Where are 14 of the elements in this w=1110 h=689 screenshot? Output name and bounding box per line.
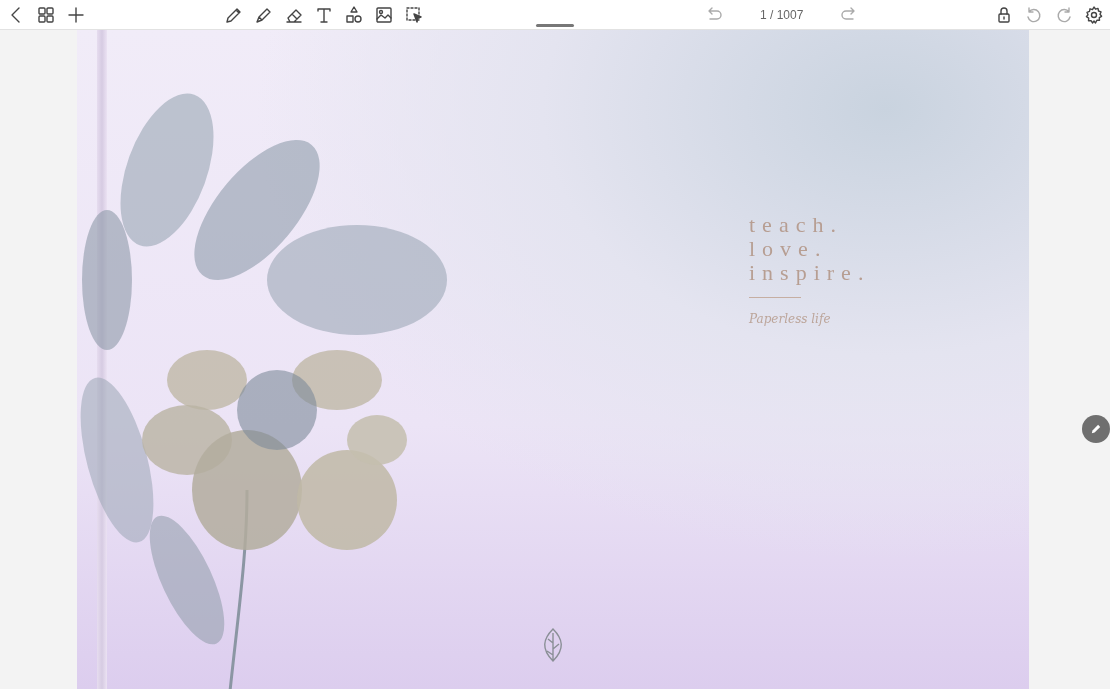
lasso-select-icon[interactable] — [404, 4, 424, 25]
add-icon[interactable] — [66, 4, 86, 25]
cover-motto-line: teach. — [749, 213, 843, 237]
shapes-icon[interactable] — [344, 4, 364, 25]
cover-motto-line: love. — [749, 237, 828, 261]
grid-icon[interactable] — [36, 4, 56, 25]
pen-icon — [1089, 422, 1103, 436]
cover-signature: Paperless life — [749, 312, 831, 326]
pen-button[interactable] — [1082, 415, 1110, 443]
cover-motto-line: inspire. — [749, 261, 871, 285]
page-indicator: 1 / 1007 — [760, 7, 804, 22]
settings-icon[interactable] — [1084, 4, 1104, 25]
drag-handle[interactable] — [536, 24, 574, 27]
image-icon[interactable] — [374, 4, 394, 25]
